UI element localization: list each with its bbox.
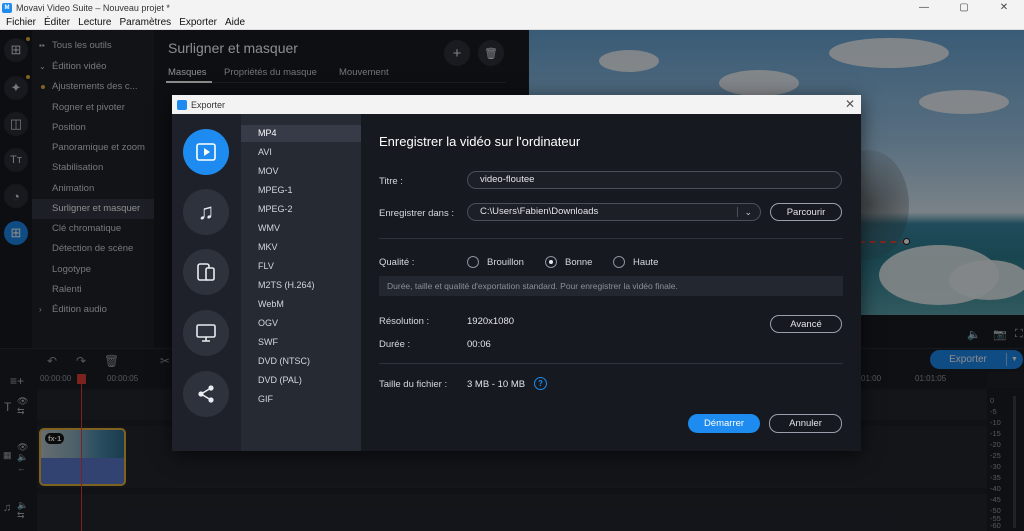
menu-parametres[interactable]: Paramètres xyxy=(120,17,172,28)
format-item-mov[interactable]: MOV xyxy=(241,163,361,180)
window-titlebar: M Movavi Video Suite – Nouveau projet * … xyxy=(0,0,1024,15)
menu-bar: Fichier Éditer Lecture Paramètres Export… xyxy=(0,15,1024,30)
share-icon[interactable] xyxy=(183,371,229,417)
movavi-app-icon: M xyxy=(2,2,12,13)
export-category-rail: ♫ xyxy=(172,114,241,451)
quality-label: Qualité : xyxy=(379,257,415,268)
export-settings: Enregistrer la vidéo sur l'ordinateur Ti… xyxy=(361,114,861,451)
save-path-select[interactable]: C:\Users\Fabien\Downloads ⌄ xyxy=(467,203,761,221)
quality-option-high[interactable]: Haute xyxy=(613,256,658,268)
filesize-label: Taille du fichier : xyxy=(379,379,448,390)
format-item-wmv[interactable]: WMV xyxy=(241,220,361,237)
format-item-mkv[interactable]: MKV xyxy=(241,239,361,256)
radio-label: Brouillon xyxy=(487,256,524,268)
format-item-mpeg1[interactable]: MPEG-1 xyxy=(241,182,361,199)
format-list: MP4 AVI MOV MPEG-1 MPEG-2 WMV MKV FLV M2… xyxy=(241,114,361,451)
window-title: Movavi Video Suite – Nouveau projet * xyxy=(16,2,170,13)
radio-circle xyxy=(467,256,479,268)
menu-exporter[interactable]: Exporter xyxy=(179,17,217,28)
title-input-value: video-floutee xyxy=(480,174,535,185)
chevron-down-icon[interactable]: ⌄ xyxy=(744,204,752,220)
quality-option-good[interactable]: Bonne xyxy=(545,256,592,268)
help-icon[interactable]: ? xyxy=(534,377,547,390)
resolution-label: Résolution : xyxy=(379,316,430,327)
format-item-mp4[interactable]: MP4 xyxy=(241,125,361,142)
format-item-webm[interactable]: WebM xyxy=(241,296,361,313)
quality-description: Durée, taille et qualité d'exportation s… xyxy=(379,276,843,296)
format-item-flv[interactable]: FLV xyxy=(241,258,361,275)
title-input[interactable]: video-floutee xyxy=(467,171,842,189)
music-icon[interactable]: ♫ xyxy=(183,189,229,235)
format-item-m2ts[interactable]: M2TS (H.264) xyxy=(241,277,361,294)
format-item-mpeg2[interactable]: MPEG-2 xyxy=(241,201,361,218)
format-item-avi[interactable]: AVI xyxy=(241,144,361,161)
maximize-icon[interactable]: ▢ xyxy=(944,0,984,15)
radio-label: Haute xyxy=(633,256,659,268)
format-item-dvd-ntsc[interactable]: DVD (NTSC) xyxy=(241,353,361,370)
section-divider xyxy=(379,238,843,239)
quality-option-draft[interactable]: Brouillon xyxy=(467,256,524,268)
browse-button[interactable]: Parcourir xyxy=(770,203,842,221)
dialog-heading: Enregistrer la vidéo sur l'ordinateur xyxy=(379,134,581,149)
filesize-value: 3 MB - 10 MB xyxy=(467,379,526,390)
radio-label: Bonne xyxy=(565,256,593,268)
export-dialog: Exporter ✕ ♫ MP4 AVI MOV MPEG-1 MPEG-2 W… xyxy=(172,95,861,451)
dialog-titlebar: Exporter ✕ xyxy=(172,95,861,114)
menu-editer[interactable]: Éditer xyxy=(44,17,70,28)
format-item-swf[interactable]: SWF xyxy=(241,334,361,351)
video-icon[interactable] xyxy=(183,129,229,175)
format-item-dvd-pal[interactable]: DVD (PAL) xyxy=(241,372,361,389)
menu-lecture[interactable]: Lecture xyxy=(78,17,111,28)
window-controls: — ▢ ✕ xyxy=(904,0,1024,15)
save-location-label: Enregistrer dans : xyxy=(379,208,454,219)
devices-icon[interactable] xyxy=(183,249,229,295)
dialog-title: Exporter xyxy=(191,99,226,110)
select-separator xyxy=(737,207,738,217)
resolution-value: 1920x1080 xyxy=(467,316,515,327)
menu-aide[interactable]: Aide xyxy=(225,17,245,28)
cancel-button[interactable]: Annuler xyxy=(769,414,842,433)
menu-fichier[interactable]: Fichier xyxy=(6,17,36,28)
title-label: Titre : xyxy=(379,176,403,187)
save-path-value: C:\Users\Fabien\Downloads xyxy=(480,206,599,217)
format-item-ogv[interactable]: OGV xyxy=(241,315,361,332)
duration-value: 00:06 xyxy=(467,339,491,350)
minimize-icon[interactable]: — xyxy=(904,0,944,15)
duration-label: Durée : xyxy=(379,339,411,350)
monitor-icon[interactable] xyxy=(183,310,229,356)
radio-circle-selected xyxy=(545,256,557,268)
format-item-gif[interactable]: GIF xyxy=(241,391,361,408)
advanced-button[interactable]: Avancé xyxy=(770,315,842,333)
movavi-app-icon xyxy=(177,99,187,110)
close-icon[interactable]: ✕ xyxy=(845,97,855,111)
start-button[interactable]: Démarrer xyxy=(688,414,760,433)
section-divider xyxy=(379,363,843,364)
radio-circle xyxy=(613,256,625,268)
close-window-icon[interactable]: ✕ xyxy=(984,0,1024,15)
